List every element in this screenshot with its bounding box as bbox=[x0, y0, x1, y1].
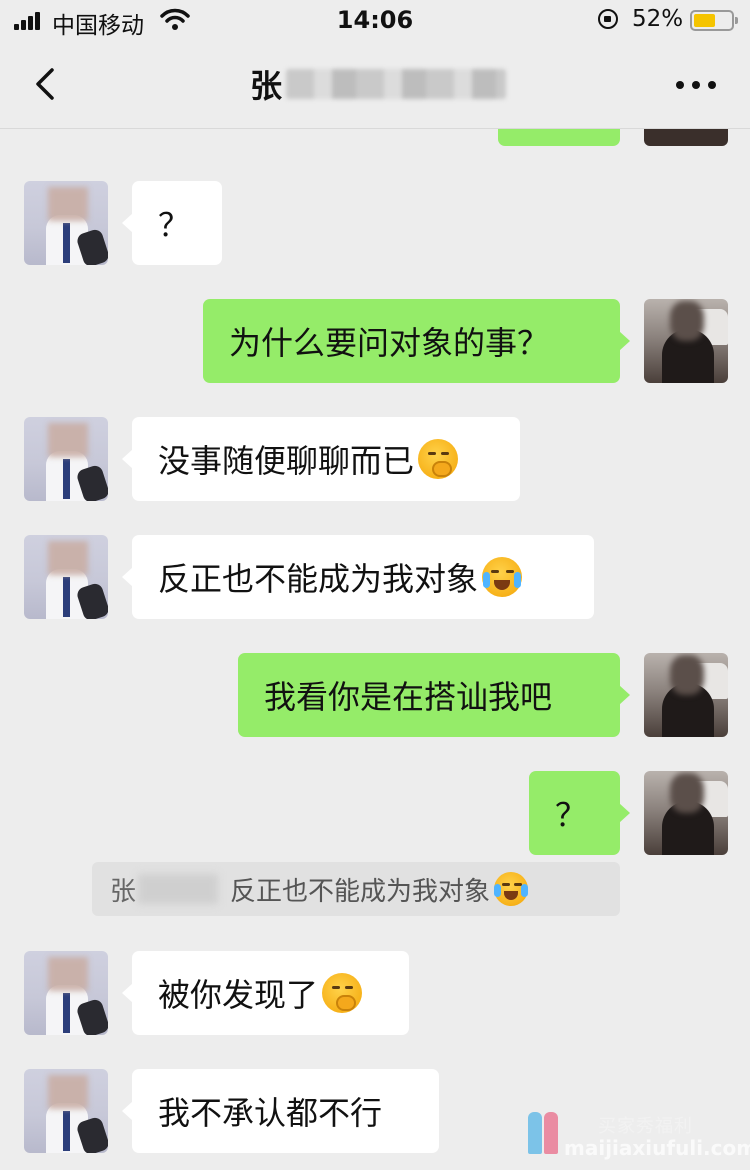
title-blur-mask bbox=[286, 69, 507, 99]
battery-icon bbox=[690, 10, 738, 31]
watermark-line1: 买家秀福利 bbox=[598, 1116, 693, 1137]
avatar[interactable] bbox=[24, 417, 108, 501]
message-text: ？ bbox=[555, 796, 588, 834]
more-horizontal-icon[interactable] bbox=[676, 81, 716, 91]
thinking-emoji-icon bbox=[322, 973, 363, 1013]
message-text: 为什么要问对象的事？ bbox=[229, 324, 550, 362]
watermark: 买家秀福利 maijiaxiufuli.com bbox=[520, 1112, 750, 1162]
quote-text: 反正也不能成为我对象 bbox=[230, 876, 491, 907]
avatar[interactable] bbox=[24, 535, 108, 619]
message-bubble[interactable]: ？ bbox=[122, 181, 222, 265]
watermark-line2: maijiaxiufuli.com bbox=[564, 1136, 750, 1160]
message-text: 被你发现了 bbox=[158, 976, 319, 1014]
quote-name-blur-mask bbox=[138, 874, 219, 904]
watermark-figure-icon bbox=[544, 1112, 558, 1154]
message-bubble[interactable]: ？ bbox=[529, 771, 630, 855]
chat-title-text: 张 bbox=[250, 67, 283, 105]
message-text: 我看你是在搭讪我吧 bbox=[264, 678, 553, 716]
message-bubble[interactable]: 我看你是在搭讪我吧 bbox=[238, 653, 630, 737]
watermark-figure-icon bbox=[528, 1112, 542, 1154]
message-bubble[interactable]: 为什么要问对象的事？ bbox=[203, 299, 630, 383]
chat-header: 张 bbox=[0, 40, 750, 129]
message-text: 反正也不能成为我对象 bbox=[158, 560, 479, 598]
avatar[interactable] bbox=[24, 1069, 108, 1153]
status-bar: 中国移动 14:06 52% bbox=[0, 0, 750, 40]
message-bubble[interactable]: 被你发现了 bbox=[122, 951, 409, 1035]
chevron-left-icon[interactable] bbox=[28, 64, 68, 104]
avatar[interactable] bbox=[24, 181, 108, 265]
battery-percent: 52% bbox=[632, 6, 684, 32]
message-text: 我不承认都不行 bbox=[158, 1094, 383, 1132]
avatar[interactable] bbox=[644, 771, 728, 855]
message-text: ？ bbox=[158, 206, 191, 244]
message-text: 没事随便聊聊而已 bbox=[158, 442, 415, 480]
message-bubble[interactable]: 反正也不能成为我对象 bbox=[122, 535, 594, 619]
avatar[interactable] bbox=[644, 299, 728, 383]
orientation-lock-icon bbox=[598, 9, 618, 29]
thinking-emoji-icon bbox=[418, 439, 459, 479]
chat-title: 张 bbox=[250, 64, 507, 105]
quote-sender: 张 bbox=[110, 876, 137, 907]
quoted-message[interactable]: 张 反正也不能成为我对象 bbox=[92, 862, 620, 916]
avatar[interactable] bbox=[24, 951, 108, 1035]
message-bubble[interactable]: 没事随便聊聊而已 bbox=[122, 417, 520, 501]
message-bubble[interactable]: 我不承认都不行 bbox=[122, 1069, 439, 1153]
laugh-cry-emoji-icon bbox=[482, 557, 523, 597]
avatar[interactable] bbox=[644, 653, 728, 737]
laugh-cry-emoji-icon bbox=[494, 872, 529, 906]
